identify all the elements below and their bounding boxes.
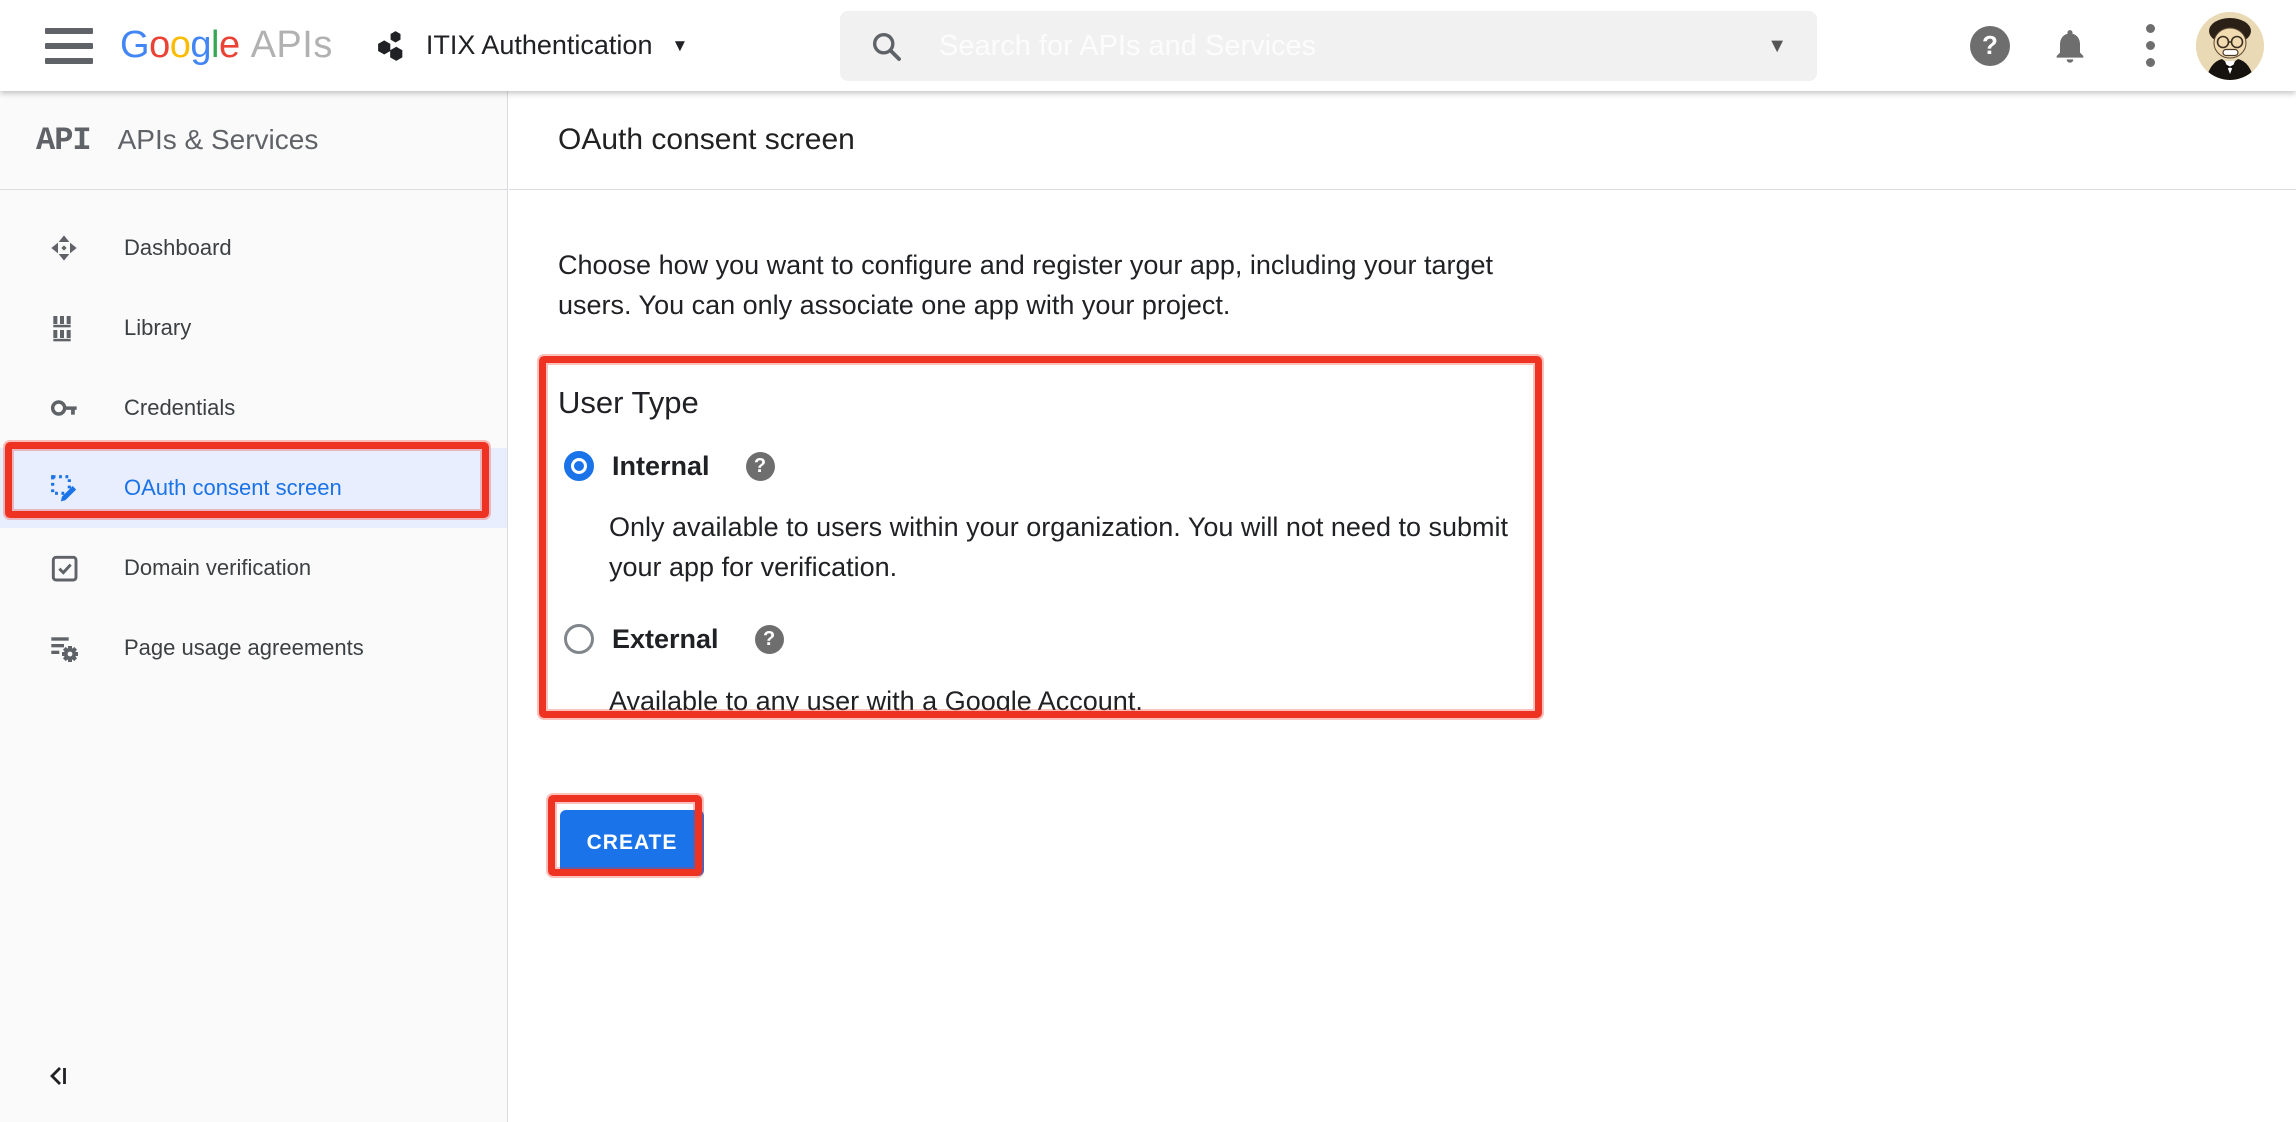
sidebar-item-label: Page usage agreements (124, 635, 364, 661)
intro-text: Choose how you want to configure and reg… (558, 245, 1558, 325)
help-icon[interactable]: ? (746, 452, 775, 481)
library-icon (46, 310, 82, 346)
notifications-button[interactable] (2030, 26, 2110, 66)
collapse-sidebar-button[interactable] (44, 1061, 74, 1096)
more-options-icon (2146, 24, 2155, 67)
sidebar-item-label: Credentials (124, 395, 235, 421)
dashboard-icon (46, 230, 82, 266)
search-bar: ▼ (840, 11, 1817, 81)
sidebar-item-label: Library (124, 315, 191, 341)
help-button[interactable]: ? (1950, 26, 2030, 66)
domain-verification-icon (46, 550, 82, 586)
radio-internal-label[interactable]: Internal (612, 451, 710, 482)
radio-external-label[interactable]: External (612, 624, 719, 655)
sidebar-item-credentials[interactable]: Credentials (0, 368, 507, 448)
sidebar: API APIs & Services Dashboard (0, 91, 508, 1122)
chevron-down-icon: ▼ (671, 36, 688, 56)
collapse-sidebar-icon (44, 1061, 74, 1091)
help-icon: ? (1970, 26, 2010, 66)
logo-letter: o (149, 24, 170, 67)
user-type-option-internal: Internal ? (558, 448, 2296, 484)
top-app-bar: Google APIs ITIX Authentication ▼ ▼ (0, 0, 2296, 91)
logo-letter: o (170, 24, 191, 67)
logo-letter: e (219, 24, 240, 67)
sidebar-item-library[interactable]: Library (0, 288, 507, 368)
sidebar-nav: Dashboard Library (0, 190, 507, 688)
content-header: OAuth consent screen (509, 91, 2296, 190)
radio-internal[interactable] (564, 451, 594, 481)
consent-screen-icon (46, 470, 82, 506)
sidebar-item-label: Domain verification (124, 555, 311, 581)
radio-external[interactable] (564, 624, 594, 654)
create-button[interactable]: CREATE (560, 810, 704, 876)
sidebar-item-dashboard[interactable]: Dashboard (0, 208, 507, 288)
sidebar-item-domain-verification[interactable]: Domain verification (0, 528, 507, 608)
topbar-actions: ? (1950, 0, 2270, 91)
sidebar-item-oauth-consent-screen[interactable]: OAuth consent screen (0, 448, 507, 528)
hamburger-menu-icon[interactable] (45, 28, 93, 64)
sidebar-item-label: OAuth consent screen (124, 475, 342, 501)
user-type-heading: User Type (558, 385, 2296, 421)
content-body: Choose how you want to configure and reg… (509, 190, 2296, 876)
project-hexagons-icon (375, 29, 409, 63)
user-type-option-external: External ? (558, 621, 2296, 657)
logo-letter: G (120, 24, 149, 67)
search-dropdown-chevron-icon[interactable]: ▼ (1767, 35, 1787, 58)
sidebar-item-page-usage-agreements[interactable]: Page usage agreements (0, 608, 507, 688)
notifications-bell-icon (2050, 26, 2090, 66)
sidebar-header: API APIs & Services (0, 91, 507, 190)
project-selector[interactable]: ITIX Authentication ▼ (375, 29, 688, 63)
more-options-button[interactable] (2110, 24, 2190, 67)
help-icon[interactable]: ? (755, 625, 784, 654)
google-apis-logo[interactable]: Google APIs (120, 24, 333, 67)
sidebar-item-label: Dashboard (124, 235, 232, 261)
project-name: ITIX Authentication (426, 30, 653, 61)
search-input[interactable] (939, 30, 1767, 63)
logo-apis-text: APIs (251, 24, 333, 67)
api-logo-glyph: API (36, 122, 91, 159)
logo-letter: l (211, 24, 219, 67)
search-icon (869, 29, 903, 63)
sidebar-title: APIs & Services (118, 124, 319, 156)
key-icon (46, 390, 82, 426)
account-button[interactable] (2190, 12, 2270, 80)
user-avatar (2196, 12, 2264, 80)
logo-letter: g (190, 24, 211, 67)
page-usage-agreements-icon (46, 630, 82, 666)
page-title: OAuth consent screen (558, 123, 855, 157)
internal-description: Only available to users within your orga… (609, 507, 1514, 587)
main-content: OAuth consent screen Choose how you want… (509, 91, 2296, 1122)
gcp-console-page: Google APIs ITIX Authentication ▼ ▼ (0, 0, 2296, 1122)
external-description: Available to any user with a Google Acco… (609, 681, 1514, 721)
